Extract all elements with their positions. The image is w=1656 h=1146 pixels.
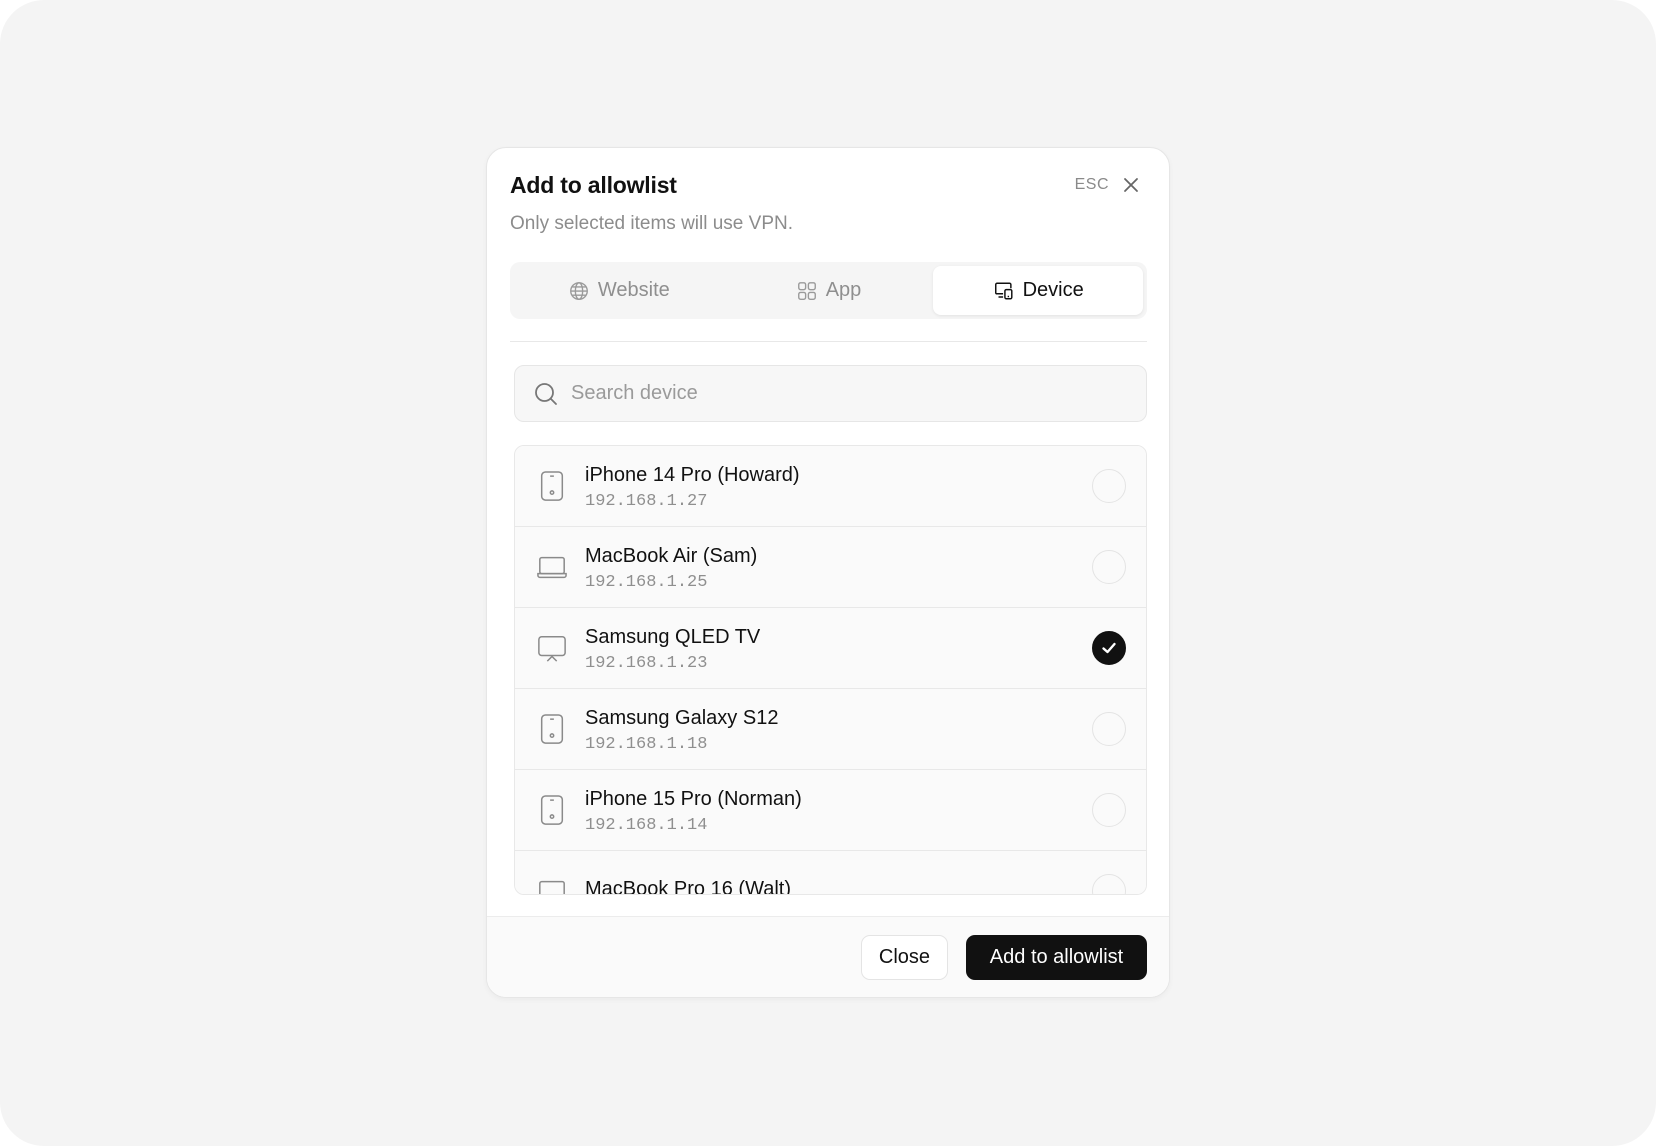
tab-website-label: Website (597, 279, 670, 301)
dismiss-control[interactable]: ESC (1075, 175, 1141, 195)
select-radio[interactable] (1092, 631, 1126, 665)
phone-icon (537, 469, 567, 503)
select-radio[interactable] (1092, 874, 1126, 894)
globe-icon (569, 281, 588, 300)
grid-icon (797, 281, 816, 300)
device-ip: 192.168.1.14 (585, 815, 708, 835)
devices-icon (994, 281, 1013, 300)
dialog-title: Add to allowlist (510, 172, 677, 198)
allowlist-dialog: Add to allowlist Only selected items wil… (486, 147, 1170, 998)
phone-icon (537, 712, 567, 746)
tab-device-label: Device (1022, 279, 1084, 301)
tab-app[interactable]: App (724, 266, 934, 315)
tab-device[interactable]: Device (933, 266, 1144, 315)
select-radio[interactable] (1092, 550, 1126, 584)
dialog-subtitle: Only selected items will use VPN. (510, 213, 793, 234)
device-row-iphone-14-pro-howard[interactable]: iPhone 14 Pro (Howard) 192.168.1.27 (515, 446, 1146, 527)
device-name: iPhone 15 Pro (Norman) (585, 787, 802, 810)
select-radio[interactable] (1092, 469, 1126, 503)
device-list[interactable]: iPhone 14 Pro (Howard) 192.168.1.27 MacB… (514, 445, 1147, 895)
device-ip: 192.168.1.27 (585, 491, 708, 511)
close-button[interactable]: Close (861, 935, 948, 980)
device-name: Samsung QLED TV (585, 625, 761, 648)
tab-app-label: App (825, 279, 862, 301)
search-input[interactable] (571, 382, 1131, 405)
device-name: iPhone 14 Pro (Howard) (585, 463, 800, 486)
device-row-samsung-galaxy-s12[interactable]: Samsung Galaxy S12 192.168.1.18 (515, 689, 1146, 770)
select-radio[interactable] (1092, 712, 1126, 746)
tv-icon (537, 631, 567, 665)
add-to-allowlist-button[interactable]: Add to allowlist (966, 935, 1147, 980)
device-name: MacBook Pro 16 (Walt) (585, 878, 791, 895)
type-tabs: Website App Device (510, 262, 1147, 319)
laptop-icon (537, 550, 567, 584)
device-row-macbook-pro-16-walt[interactable]: MacBook Pro 16 (Walt) (515, 851, 1146, 895)
section-divider (510, 341, 1147, 342)
tab-website[interactable]: Website (514, 266, 724, 315)
phone-icon (537, 793, 567, 827)
search-icon (535, 382, 557, 405)
device-ip: 192.168.1.25 (585, 572, 708, 592)
device-row-samsung-qled-tv[interactable]: Samsung QLED TV 192.168.1.23 (515, 608, 1146, 689)
device-ip: 192.168.1.18 (585, 734, 708, 754)
device-row-iphone-15-pro-norman[interactable]: iPhone 15 Pro (Norman) 192.168.1.14 (515, 770, 1146, 851)
laptop-icon (537, 874, 567, 894)
close-icon[interactable] (1121, 175, 1141, 195)
device-name: Samsung Galaxy S12 (585, 706, 779, 729)
select-radio[interactable] (1092, 793, 1126, 827)
esc-hint: ESC (1074, 176, 1109, 193)
dialog-footer: Close Add to allowlist (487, 916, 1169, 997)
device-row-macbook-air-sam[interactable]: MacBook Air (Sam) 192.168.1.25 (515, 527, 1146, 608)
device-search (514, 365, 1147, 422)
checkmark-icon (1102, 642, 1116, 654)
page-background: Add to allowlist Only selected items wil… (0, 0, 1656, 1146)
device-ip: 192.168.1.23 (585, 653, 708, 673)
device-name: MacBook Air (Sam) (585, 544, 758, 567)
